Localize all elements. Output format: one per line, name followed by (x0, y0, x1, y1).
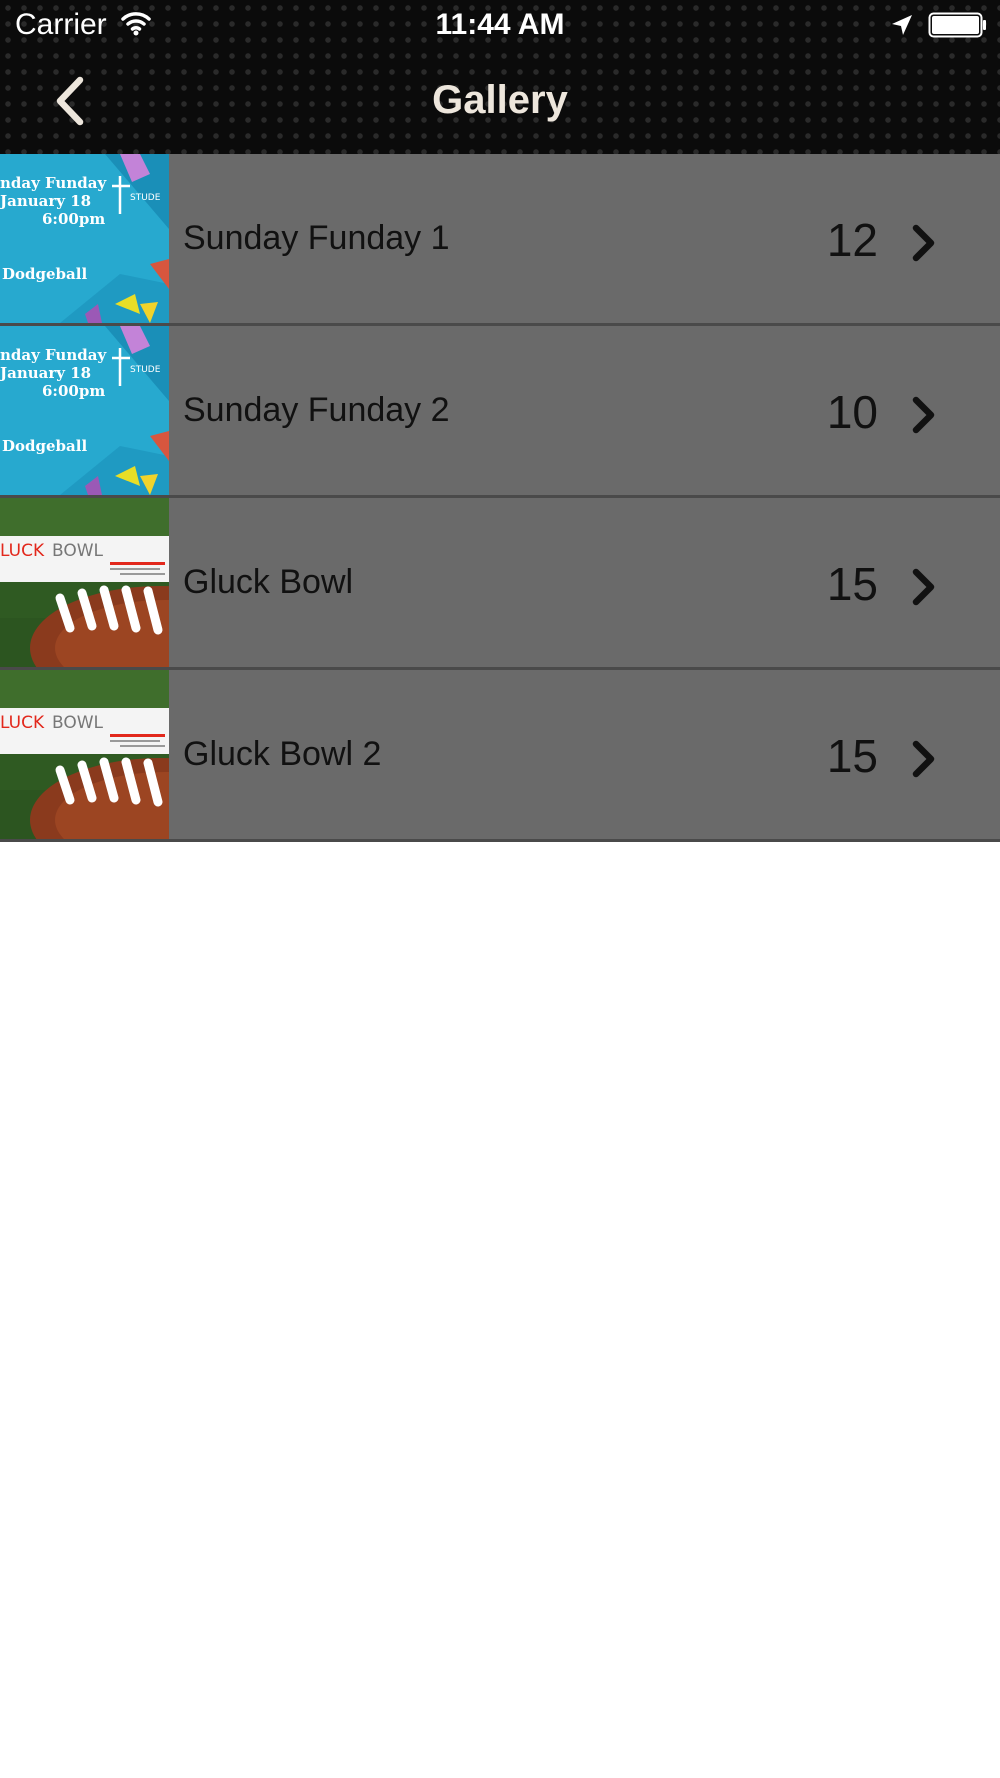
album-thumbnail: nday Funday January 18 6:00pm Dodgeball … (0, 326, 169, 495)
album-count: 15 (826, 558, 878, 610)
album-count: 10 (826, 386, 878, 438)
album-name: Gluck Bowl (183, 563, 354, 601)
album-row[interactable]: nday Funday January 18 6:00pm Dodgeball … (0, 326, 1000, 498)
thumb-text: BOWL (52, 541, 104, 561)
status-bar: Carrier 11:44 AM (0, 0, 1000, 50)
nav-header: Carrier 11:44 AM Gallery (0, 0, 1000, 154)
album-name: Gluck Bowl 2 (183, 735, 382, 773)
album-name: Sunday Funday 2 (183, 391, 450, 429)
album-row[interactable]: LUCK BOWL Gluck Bowl 2 15 (0, 670, 1000, 842)
chevron-right-icon (910, 739, 938, 784)
thumb-text: Dodgeball (2, 437, 87, 455)
thumb-text: January 18 (0, 364, 91, 382)
thumb-text: Dodgeball (2, 265, 87, 283)
battery-icon (928, 12, 988, 43)
album-count: 15 (826, 730, 878, 782)
thumb-text: 6:00pm (42, 382, 105, 400)
thumb-text: LUCK (0, 541, 45, 561)
thumb-text: STUDE (130, 193, 161, 203)
gallery-list: nday Funday January 18 6:00pm Dodgeball … (0, 154, 1000, 842)
thumb-text: 6:00pm (42, 210, 105, 228)
album-row[interactable]: nday Funday January 18 6:00pm Dodgeball … (0, 154, 1000, 326)
album-count: 12 (826, 214, 878, 266)
page-title: Gallery (432, 78, 568, 122)
status-time: 11:44 AM (435, 8, 565, 41)
chevron-right-icon (910, 395, 938, 440)
thumb-text: January 18 (0, 192, 91, 210)
album-name: Sunday Funday 1 (183, 219, 450, 257)
album-thumbnail: LUCK BOWL (0, 670, 169, 839)
chevron-right-icon (910, 567, 938, 612)
chevron-right-icon (910, 223, 938, 268)
album-thumbnail: LUCK BOWL (0, 498, 169, 667)
thumb-text: nday Funday (0, 346, 107, 364)
album-row[interactable]: LUCK BOWL Gluck Bowl 15 (0, 498, 1000, 670)
thumb-text: BOWL (52, 713, 104, 733)
thumb-text: LUCK (0, 713, 45, 733)
thumb-text: nday Funday (0, 174, 107, 192)
location-arrow-icon (890, 13, 914, 42)
thumb-text: STUDE (130, 365, 161, 375)
album-thumbnail: nday Funday January 18 6:00pm Dodgeball … (0, 154, 169, 323)
